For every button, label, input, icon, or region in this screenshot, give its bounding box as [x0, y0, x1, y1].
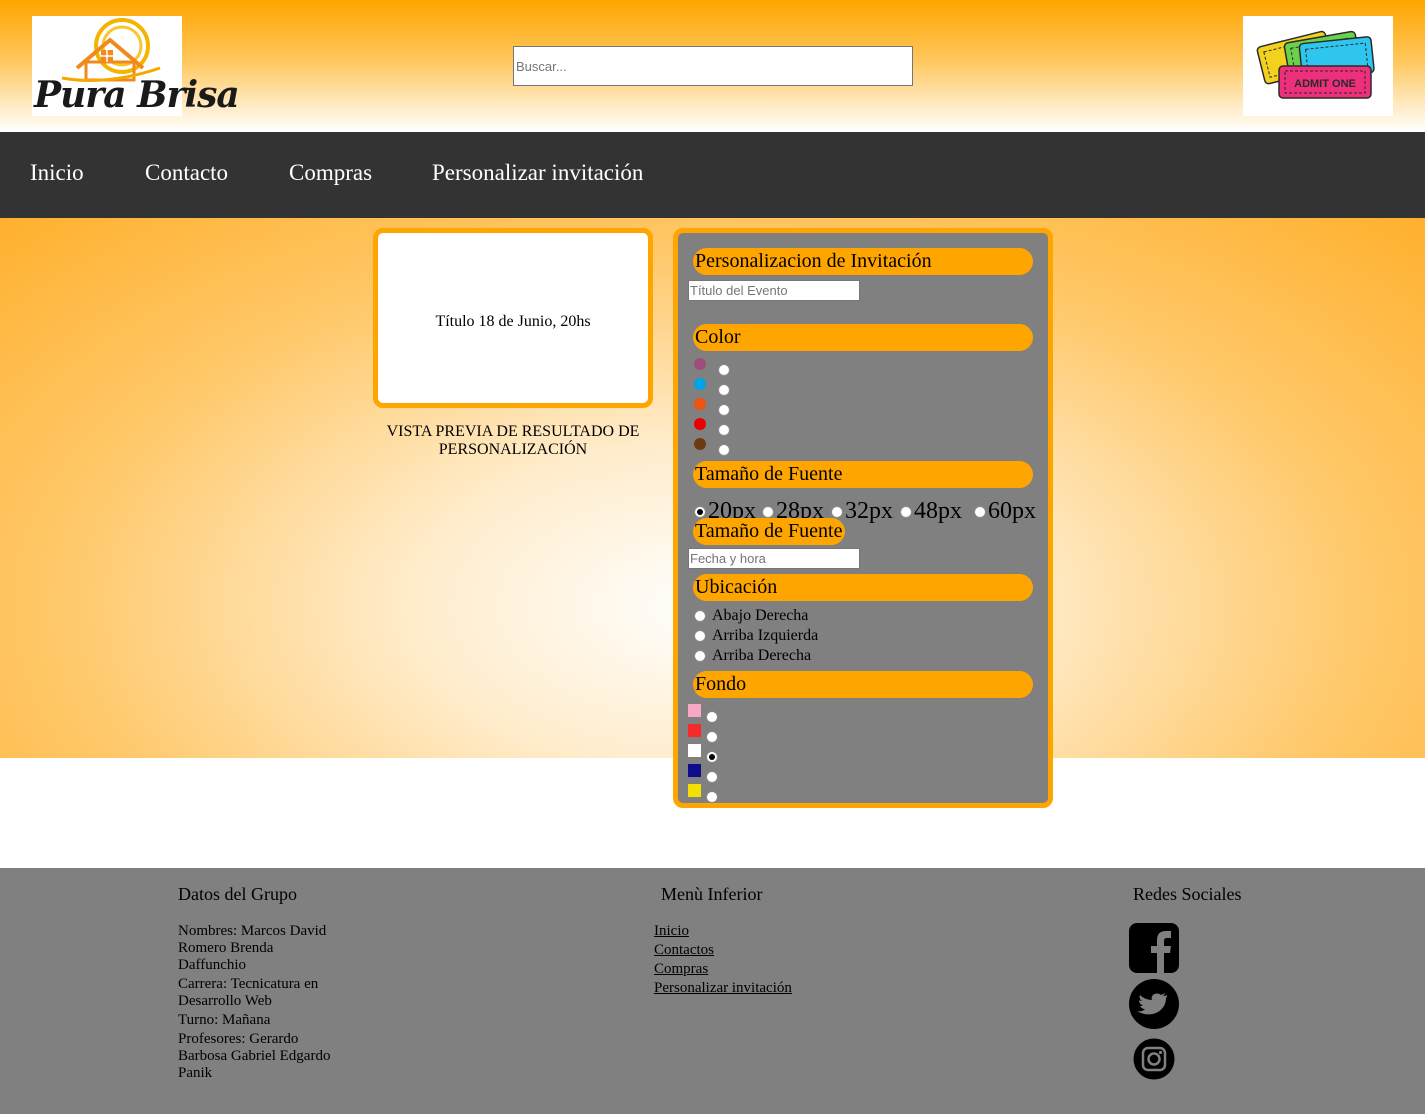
group-career: Carrera: Tecnicatura en Desarrollo Web	[178, 976, 319, 1009]
footer-link-personalizar[interactable]: Personalizar invitación	[654, 980, 792, 997]
font-size-label: 60px	[988, 498, 1036, 524]
background-swatch	[688, 704, 701, 717]
font-size-radio[interactable]	[974, 506, 986, 518]
color-radio[interactable]	[718, 364, 730, 376]
event-title-input[interactable]	[688, 280, 860, 301]
nav-item-personalizar-invitacion[interactable]: Personalizar invitación	[432, 160, 643, 186]
date-time-input[interactable]	[688, 548, 860, 569]
color-radio[interactable]	[718, 384, 730, 396]
group-teachers: Profesores: Gerardo Barbosa Gabriel Edga…	[178, 1031, 331, 1081]
logo-text: Pura Brisa	[34, 74, 240, 116]
background-swatch	[688, 744, 701, 757]
font-size-label: 48px	[914, 498, 962, 524]
color-swatch	[694, 398, 706, 410]
font-size-radio[interactable]	[900, 506, 912, 518]
nav-item-contacto[interactable]: Contacto	[145, 160, 228, 186]
background-swatch	[688, 724, 701, 737]
footer: Datos del Grupo Nombres: Marcos David Ro…	[0, 868, 1425, 1114]
location-label: Abajo Derecha	[712, 607, 809, 624]
footer-menu-title: Menù Inferior	[661, 884, 763, 904]
twitter-icon[interactable]	[1128, 978, 1180, 1030]
color-swatch	[694, 378, 706, 390]
location-label: Arriba Izquierda	[712, 627, 819, 644]
tickets-icon: ADMIT ONE	[1256, 30, 1375, 99]
section-color-heading: Color	[693, 324, 1033, 351]
background-swatch	[688, 784, 701, 797]
nav-item-compras[interactable]: Compras	[289, 160, 372, 186]
background-radio[interactable]	[706, 711, 718, 723]
location-radio[interactable]	[694, 650, 706, 662]
search-input[interactable]	[513, 46, 913, 86]
facebook-icon[interactable]	[1128, 922, 1180, 974]
group-shift: Turno: Mañana	[178, 1012, 271, 1028]
location-radio[interactable]	[694, 630, 706, 642]
section-title-heading: Personalizacion de Invitación	[693, 248, 1033, 275]
header: Pura Brisa ADMIT ONE	[0, 0, 1425, 132]
color-swatch	[694, 418, 706, 430]
pura-brisa-logo[interactable]: Pura Brisa	[32, 16, 240, 116]
social-title: Redes Sociales	[1133, 884, 1242, 904]
section-background-heading: Fondo	[693, 671, 1033, 698]
section-fontsize-heading-2: Tamaño de Fuente	[693, 518, 845, 545]
invitation-preview: Título 18 de Junio, 20hs	[373, 228, 653, 408]
main-nav: Inicio Contacto Compras Personalizar inv…	[0, 132, 1425, 218]
color-swatch	[694, 438, 706, 450]
background-radio[interactable]	[706, 771, 718, 783]
font-size-radio[interactable]	[762, 506, 774, 518]
footer-link-inicio[interactable]: Inicio	[654, 923, 689, 940]
location-label: Arriba Derecha	[712, 647, 812, 664]
nav-item-inicio[interactable]: Inicio	[30, 160, 84, 186]
group-info-title: Datos del Grupo	[178, 884, 297, 904]
location-radio[interactable]	[694, 610, 706, 622]
background-radio[interactable]	[706, 751, 718, 763]
instagram-icon[interactable]	[1133, 1038, 1175, 1080]
footer-link-compras[interactable]: Compras	[654, 961, 708, 978]
preview-text: Título 18 de Junio, 20hs	[435, 313, 591, 330]
color-radio[interactable]	[718, 404, 730, 416]
preview-caption: VISTA PREVIA DE RESULTADO DE PERSONALIZA…	[386, 423, 640, 458]
section-location-heading: Ubicación	[693, 574, 1033, 601]
group-names: Nombres: Marcos David Romero Brenda Daff…	[178, 923, 327, 973]
font-size-label: 32px	[845, 498, 893, 524]
color-radio[interactable]	[718, 424, 730, 436]
customization-panel: Personalizacion de Invitación Color Tama…	[673, 228, 1053, 808]
section-fontsize-heading: Tamaño de Fuente	[693, 461, 1033, 488]
tickets-text: ADMIT ONE	[1294, 78, 1356, 90]
color-swatch	[694, 358, 706, 370]
background-radio[interactable]	[706, 731, 718, 743]
tickets-logo[interactable]: ADMIT ONE	[1243, 16, 1393, 116]
background-swatch	[688, 764, 701, 777]
font-size-radio[interactable]	[694, 506, 706, 518]
footer-link-contactos[interactable]: Contactos	[654, 942, 714, 959]
color-radio[interactable]	[718, 444, 730, 456]
font-size-radio[interactable]	[831, 506, 843, 518]
background-radio[interactable]	[706, 791, 718, 803]
